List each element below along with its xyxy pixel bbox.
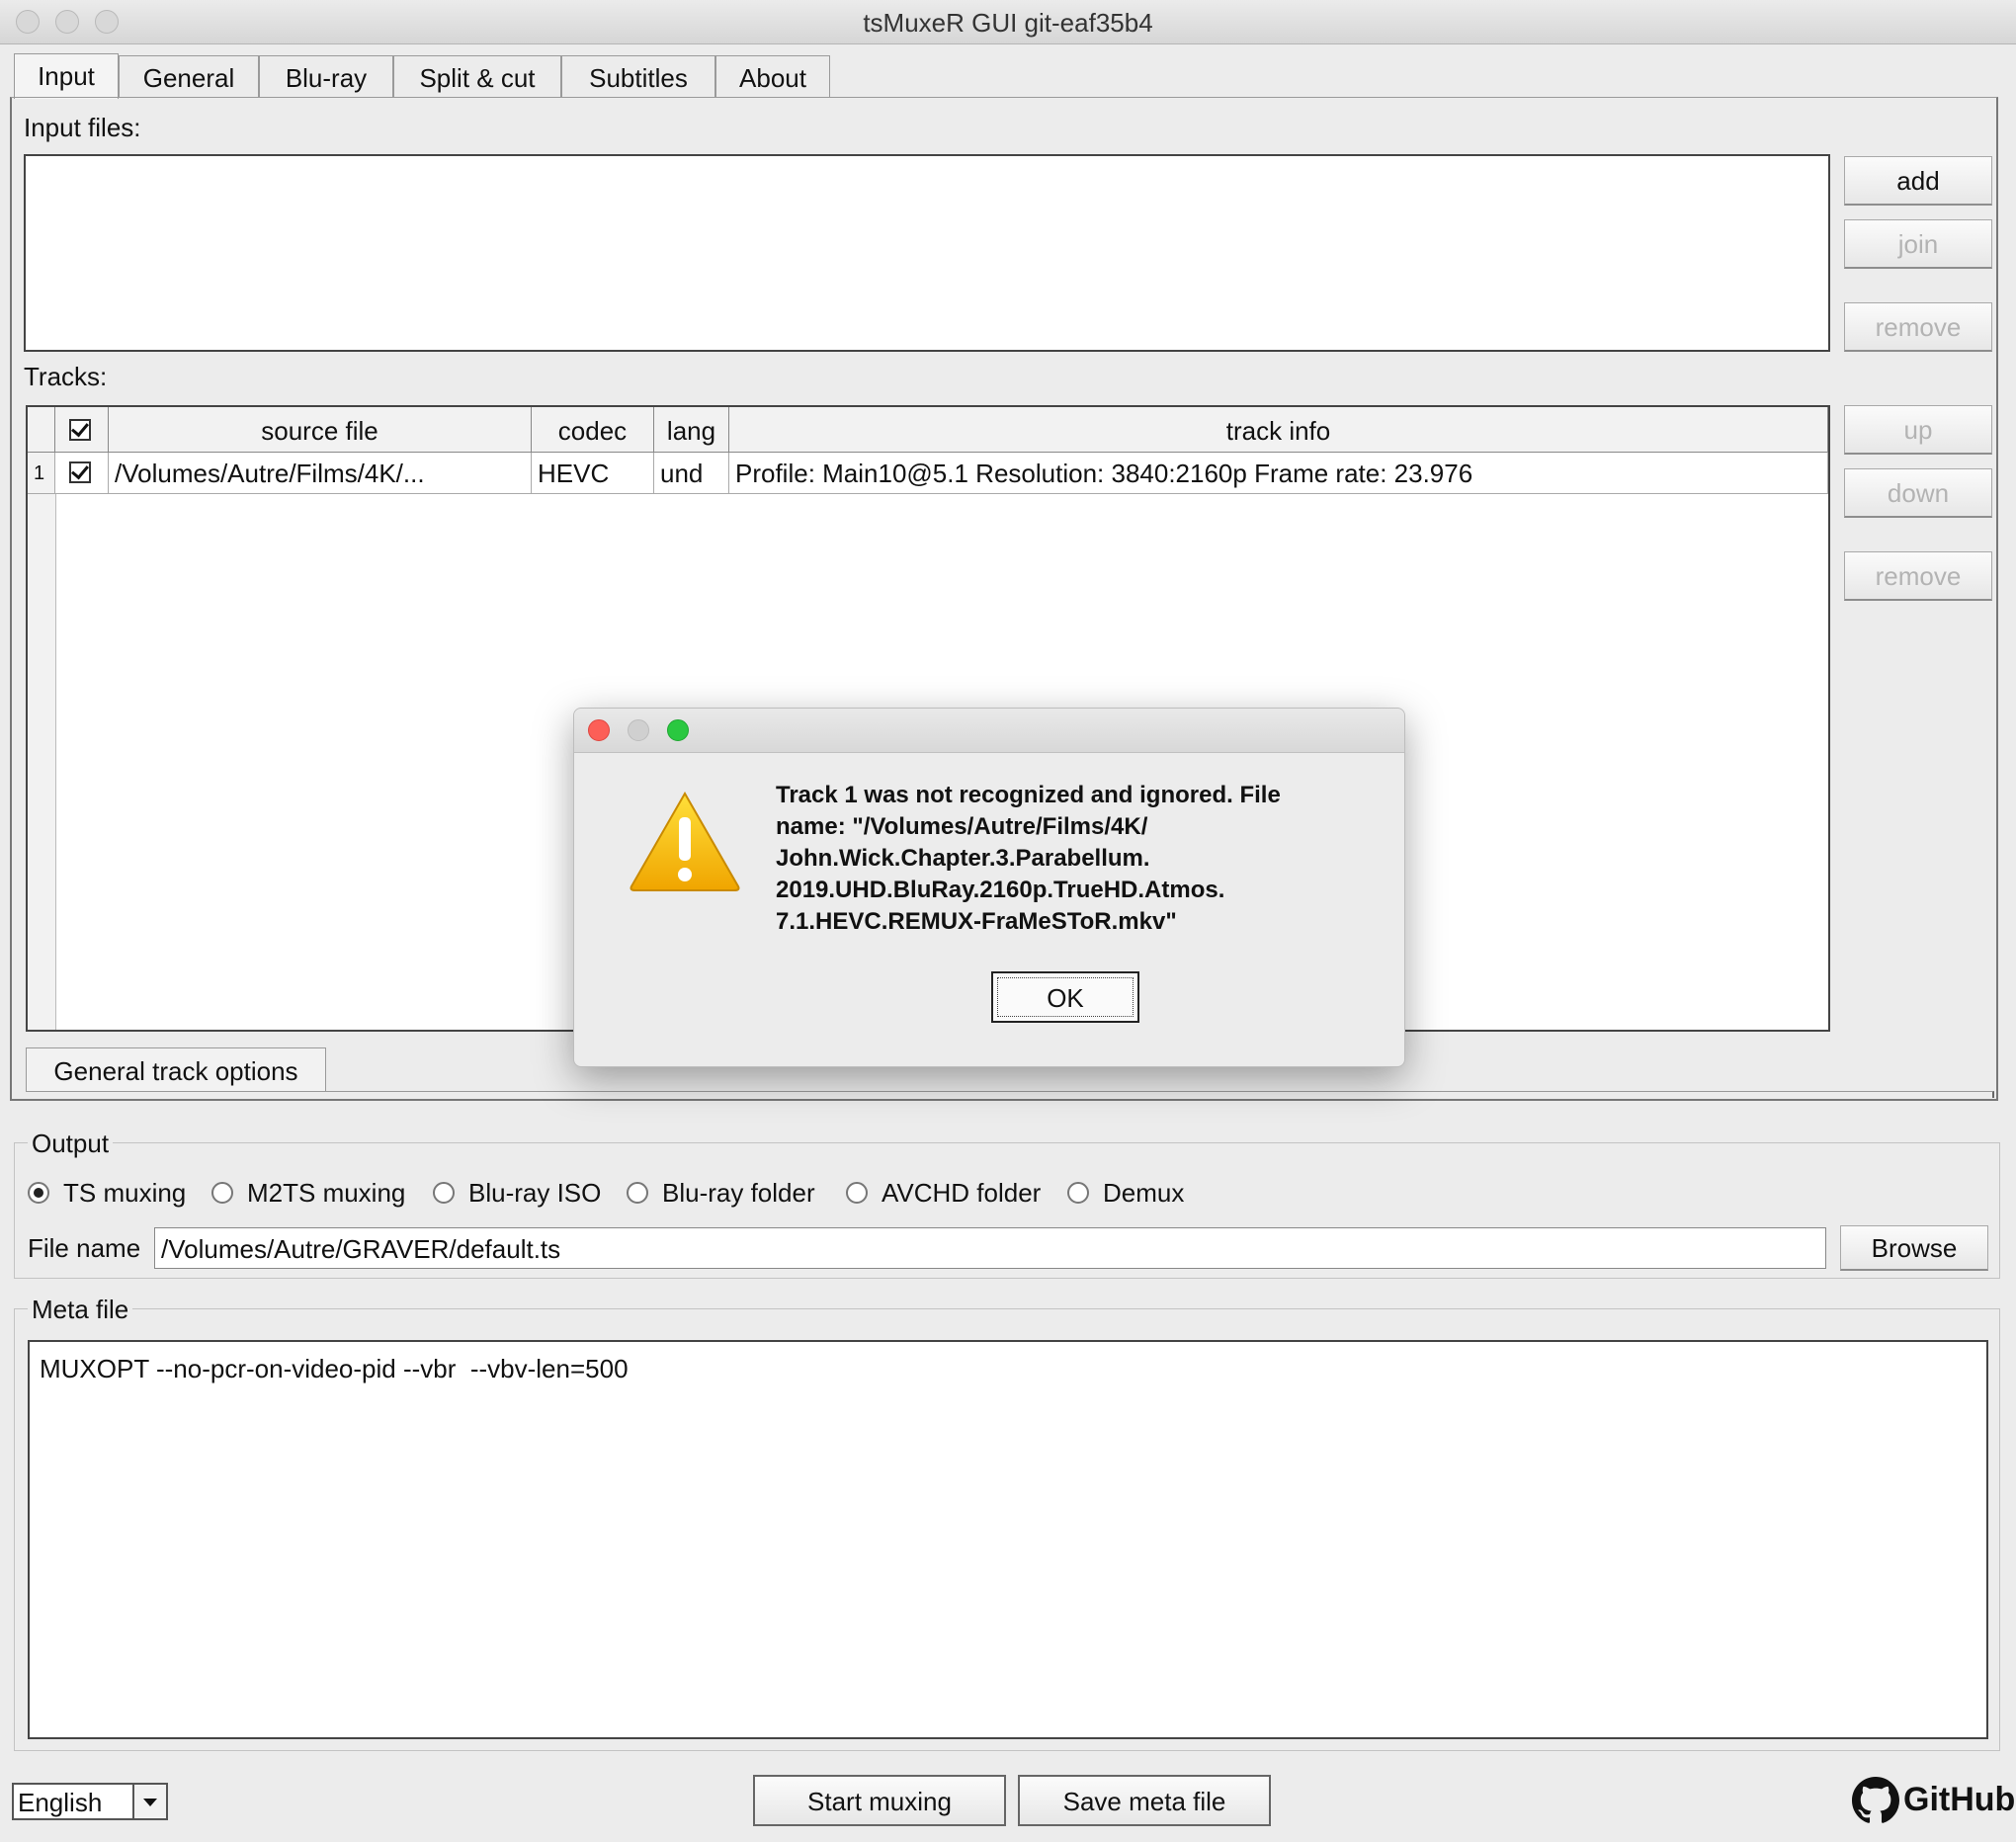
ok-button-label: OK — [997, 977, 1134, 1017]
dialog-message-line: 7.1.HEVC.REMUX-FraMeSToR.mkv" — [776, 908, 1177, 935]
blu-ray-folder-radio[interactable] — [627, 1182, 648, 1204]
ts-muxing-label[interactable]: TS muxing — [63, 1178, 186, 1209]
dialog-message: Track 1 was not recognized and ignored. … — [776, 780, 1369, 938]
meta-file-legend: Meta file — [28, 1295, 133, 1325]
tab-split-cut[interactable]: Split & cut — [393, 55, 561, 97]
blu-ray-iso-radio[interactable] — [433, 1182, 455, 1204]
dialog-title-bar — [574, 709, 1404, 753]
row-checkbox[interactable] — [69, 460, 91, 483]
up-button[interactable]: up — [1844, 405, 1992, 455]
tab-general[interactable]: General — [119, 55, 259, 97]
source-file-cell[interactable]: /Volumes/Autre/Films/4K/... — [109, 453, 532, 494]
chevron-down-icon[interactable] — [132, 1785, 166, 1818]
add-button[interactable]: add — [1844, 156, 1992, 206]
join-button[interactable]: join — [1844, 219, 1992, 269]
output-legend: Output — [28, 1129, 114, 1159]
ok-button[interactable]: OK — [991, 971, 1139, 1023]
down-button[interactable]: down — [1844, 468, 1992, 518]
blu-ray-folder-label[interactable]: Blu-ray folder — [662, 1178, 815, 1209]
dialog-message-line: Track 1 was not recognized and ignored. … — [776, 782, 1281, 808]
track-options-panel — [26, 1091, 1994, 1098]
dialog-zoom-button[interactable] — [667, 719, 689, 741]
tab-about[interactable]: About — [715, 55, 830, 97]
m2ts-muxing-radio[interactable] — [211, 1182, 233, 1204]
row-number-header — [28, 407, 55, 453]
save-meta-file-button[interactable]: Save meta file — [1018, 1775, 1271, 1826]
codec-cell[interactable]: HEVC — [532, 453, 654, 494]
avchd-folder-label[interactable]: AVCHD folder — [882, 1178, 1041, 1209]
tab-subtitles[interactable]: Subtitles — [561, 55, 715, 97]
start-muxing-button[interactable]: Start muxing — [753, 1775, 1006, 1826]
track-info-cell[interactable]: Profile: Main10@5.1 Resolution: 3840:216… — [729, 453, 1828, 494]
file-name-input[interactable]: /Volumes/Autre/GRAVER/default.ts — [154, 1227, 1826, 1269]
alert-dialog: Track 1 was not recognized and ignored. … — [573, 708, 1405, 1067]
warning-icon — [630, 791, 740, 891]
input-files-list[interactable] — [24, 154, 1830, 352]
input-files-label: Input files: — [24, 113, 141, 142]
window-title: tsMuxeR GUI git-eaf35b4 — [863, 8, 1153, 38]
column-source-file[interactable]: source file — [109, 407, 532, 453]
check-all-header[interactable] — [55, 407, 109, 453]
dialog-close-button[interactable] — [588, 719, 610, 741]
meta-file-content: MUXOPT --no-pcr-on-video-pid --vbr --vbv… — [40, 1354, 629, 1383]
row-header-gutter — [28, 494, 56, 1030]
row-index: 1 — [28, 453, 55, 494]
row-checkbox-cell[interactable] — [55, 453, 109, 494]
tab-input[interactable]: Input — [14, 53, 119, 99]
remove-file-button[interactable]: remove — [1844, 302, 1992, 352]
tab-general-track-options[interactable]: General track options — [26, 1047, 326, 1092]
tracks-label: Tracks: — [24, 362, 108, 391]
dialog-minimize-button — [628, 719, 649, 741]
blu-ray-iso-label[interactable]: Blu-ray ISO — [468, 1178, 601, 1209]
window-title-bar: tsMuxeR GUI git-eaf35b4 — [0, 0, 2016, 44]
dialog-message-line: name: "/Volumes/Autre/Films/4K/ — [776, 813, 1148, 840]
github-label: GitHub — [1903, 1781, 2016, 1818]
browse-button[interactable]: Browse — [1840, 1225, 1988, 1271]
m2ts-muxing-label[interactable]: M2TS muxing — [247, 1178, 405, 1209]
file-name-label: File name — [28, 1233, 141, 1263]
demux-label[interactable]: Demux — [1103, 1178, 1184, 1209]
meta-file-editor[interactable]: MUXOPT --no-pcr-on-video-pid --vbr --vbv… — [28, 1340, 1988, 1739]
language-select[interactable]: English — [12, 1783, 168, 1820]
file-name-value: /Volumes/Autre/GRAVER/default.ts — [161, 1234, 561, 1264]
lang-cell[interactable]: und — [654, 453, 729, 494]
remove-track-button[interactable]: remove — [1844, 551, 1992, 601]
dialog-message-line: John.Wick.Chapter.3.Parabellum. — [776, 845, 1150, 872]
demux-radio[interactable] — [1067, 1182, 1089, 1204]
column-codec[interactable]: codec — [532, 407, 654, 453]
column-lang[interactable]: lang — [654, 407, 729, 453]
ts-muxing-radio[interactable] — [28, 1182, 49, 1204]
check-all-checkbox[interactable] — [69, 418, 91, 441]
avchd-folder-radio[interactable] — [846, 1182, 868, 1204]
column-track-info[interactable]: track info — [729, 407, 1828, 453]
github-icon — [1852, 1777, 1899, 1823]
tab-blu-ray[interactable]: Blu-ray — [259, 55, 393, 97]
language-value: English — [18, 1788, 103, 1817]
dialog-message-line: 2019.UHD.BluRay.2160p.TrueHD.Atmos. — [776, 877, 1225, 903]
